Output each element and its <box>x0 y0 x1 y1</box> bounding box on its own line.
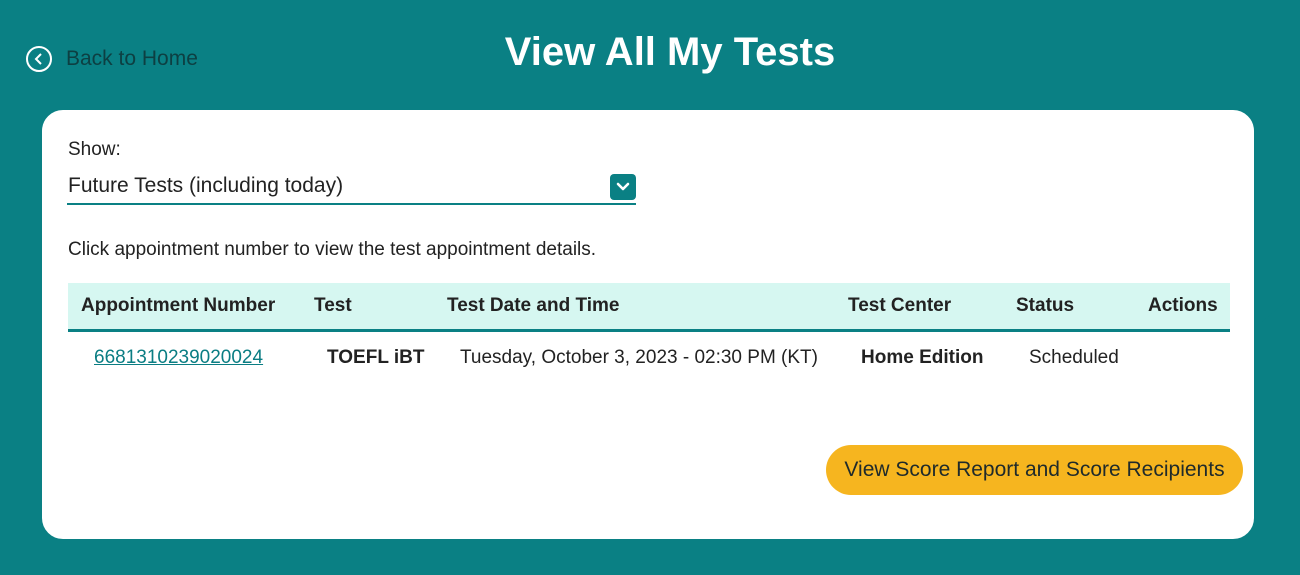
page-title: View All My Tests <box>504 30 836 74</box>
instruction-text: Click appointment number to view the tes… <box>68 239 597 260</box>
test-center: Home Edition <box>861 347 984 368</box>
show-filter-value: Future Tests (including today) <box>68 174 344 197</box>
column-header-test: Test <box>314 295 352 316</box>
column-header-appointment-number: Appointment Number <box>81 295 276 316</box>
show-filter-select[interactable]: Future Tests (including today) <box>67 170 636 205</box>
test-date-time: Tuesday, October 3, 2023 - 02:30 PM (KT) <box>460 347 818 368</box>
test-name: TOEFL iBT <box>327 347 425 368</box>
table-row: 6681310239020024 TOEFL iBT Tuesday, Octo… <box>68 336 1230 380</box>
table-header: Appointment Number Test Test Date and Ti… <box>68 283 1230 332</box>
tests-card: Show: Future Tests (including today) Cli… <box>41 109 1255 540</box>
column-header-actions: Actions <box>1148 295 1218 316</box>
appointment-number-link[interactable]: 6681310239020024 <box>94 347 263 369</box>
column-header-test-date-time: Test Date and Time <box>447 295 620 316</box>
column-header-status: Status <box>1016 295 1075 316</box>
view-score-report-button[interactable]: View Score Report and Score Recipients <box>826 445 1243 495</box>
status-text: Scheduled <box>1029 347 1119 368</box>
show-label: Show: <box>68 139 121 160</box>
chevron-down-icon <box>610 174 636 200</box>
column-header-test-center: Test Center <box>848 295 952 316</box>
